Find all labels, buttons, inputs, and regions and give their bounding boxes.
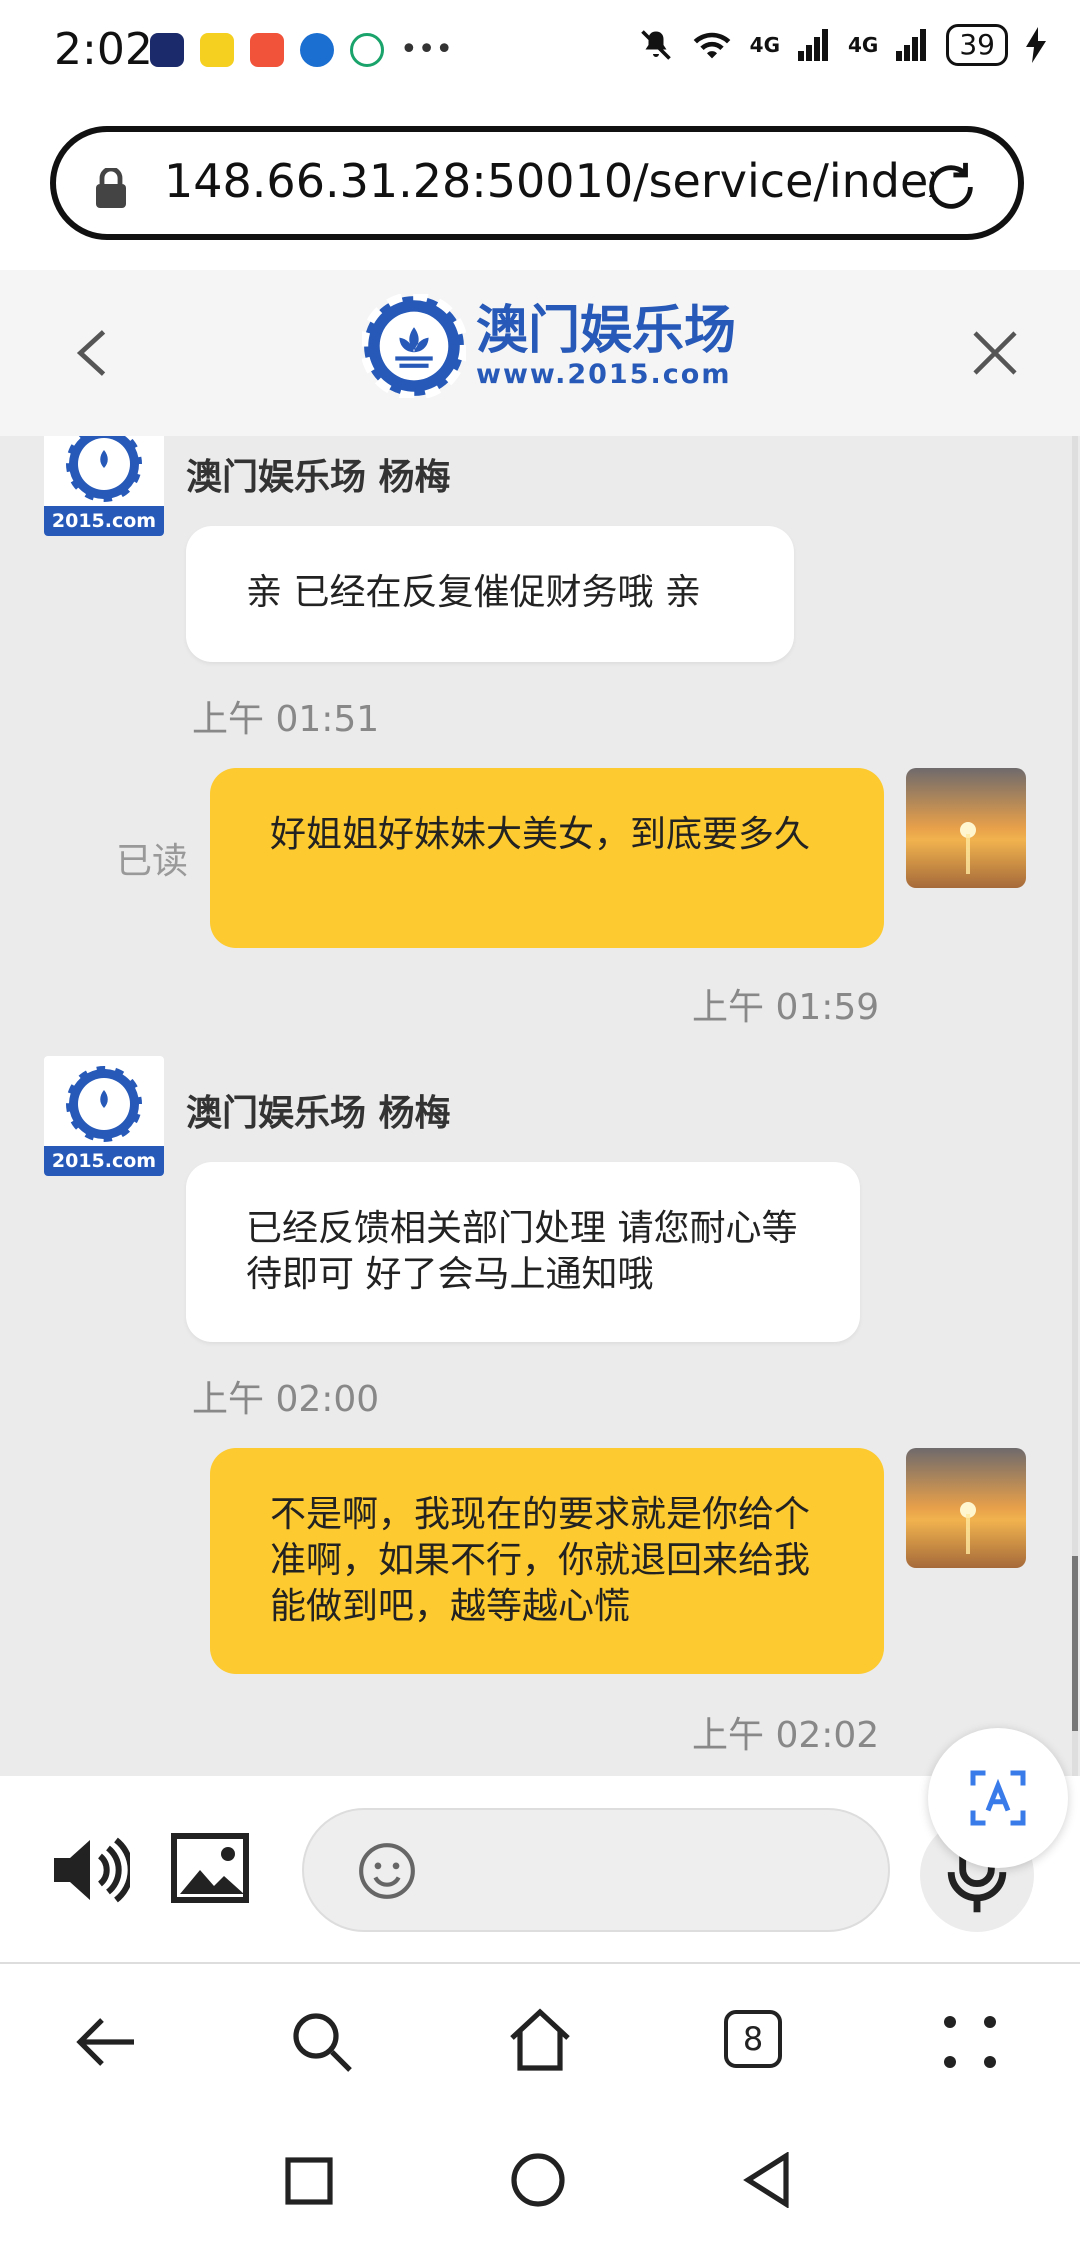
agent-name: 澳门娱乐场 杨梅 bbox=[186, 1093, 451, 1134]
casino-chip-logo-icon bbox=[63, 436, 145, 505]
voice-speaker-icon[interactable] bbox=[50, 1834, 130, 1906]
translate-button[interactable] bbox=[928, 1728, 1068, 1868]
wifi-icon bbox=[693, 32, 731, 59]
status-time: 2:02 bbox=[54, 24, 153, 75]
image-icon[interactable] bbox=[170, 1832, 250, 1904]
tabs-button[interactable]: 8 bbox=[724, 2010, 782, 2068]
message-text-field[interactable] bbox=[414, 1840, 858, 1902]
app-notification-icon bbox=[350, 32, 384, 67]
battery-level: 39 bbox=[946, 24, 1008, 66]
message-input[interactable] bbox=[302, 1808, 890, 1932]
home-circle-icon[interactable] bbox=[510, 2152, 566, 2208]
back-arrow-icon[interactable] bbox=[74, 2014, 138, 2070]
message-time: 上午 01:51 bbox=[192, 699, 380, 740]
agent-avatar[interactable]: 2015.com bbox=[44, 436, 164, 536]
close-icon[interactable] bbox=[970, 328, 1020, 378]
reload-icon[interactable] bbox=[922, 158, 980, 216]
message-bubble[interactable]: 已经反馈相关部门处理 请您耐心等待即可 好了会马上通知哦 bbox=[186, 1162, 860, 1342]
more-menu-icon[interactable] bbox=[942, 2014, 998, 2070]
translate-icon bbox=[970, 1770, 1026, 1826]
message-time: 上午 02:02 bbox=[692, 1715, 880, 1756]
message-bubble[interactable]: 好姐姐好妹妹大美女，到底要多久 bbox=[210, 768, 884, 948]
recent-apps-icon[interactable] bbox=[284, 2156, 334, 2206]
sunset-avatar-icon bbox=[906, 1448, 1026, 1568]
tab-count: 8 bbox=[742, 2020, 764, 2058]
agent-name: 澳门娱乐场 杨梅 bbox=[186, 457, 451, 498]
url-text[interactable]: 148.66.31.28:50010/service/index bbox=[164, 154, 934, 208]
agent-avatar-text: 2015.com bbox=[44, 1146, 164, 1176]
signal-icon bbox=[896, 29, 927, 61]
message-time: 上午 02:00 bbox=[192, 1379, 380, 1420]
casino-chip-logo-icon bbox=[362, 294, 466, 398]
message-bubble[interactable]: 亲 已经在反复催促财务哦 亲 bbox=[186, 526, 794, 662]
signal-icon bbox=[798, 29, 829, 61]
app-notification-icon bbox=[300, 32, 334, 67]
brand-logo: 澳门娱乐场 www.2015.com bbox=[362, 294, 736, 398]
status-indicators: 4G 4G 39 bbox=[638, 24, 1046, 66]
message-time: 上午 01:59 bbox=[692, 987, 880, 1028]
status-bar: 2:02 ••• 4G 4G 39 bbox=[0, 0, 1080, 100]
user-avatar[interactable] bbox=[906, 1448, 1026, 1568]
agent-avatar-text: 2015.com bbox=[44, 506, 164, 536]
scrollbar-thumb[interactable] bbox=[1072, 1556, 1078, 1731]
charging-icon bbox=[1026, 27, 1046, 63]
back-triangle-icon[interactable] bbox=[742, 2152, 792, 2208]
search-icon[interactable] bbox=[290, 2010, 354, 2074]
message-input-bar bbox=[0, 1776, 1080, 1964]
network-label: 4G bbox=[749, 33, 781, 57]
network-label: 4G bbox=[848, 33, 879, 57]
casino-chip-logo-icon bbox=[63, 1063, 145, 1145]
app-notification-icon bbox=[250, 32, 284, 67]
brand-name: 澳门娱乐场 bbox=[476, 300, 737, 361]
read-receipt: 已读 bbox=[116, 841, 189, 882]
brand-url: www.2015.com bbox=[476, 358, 732, 390]
browser-toolbar: 8 bbox=[0, 1964, 1080, 2124]
home-icon[interactable] bbox=[506, 2006, 574, 2074]
more-notifications-icon: ••• bbox=[400, 32, 454, 67]
sunset-avatar-icon bbox=[906, 768, 1026, 888]
back-chevron-icon[interactable] bbox=[74, 328, 110, 378]
app-notification-icon bbox=[150, 32, 184, 67]
user-avatar[interactable] bbox=[906, 768, 1026, 888]
mute-icon bbox=[640, 30, 671, 60]
agent-avatar[interactable]: 2015.com bbox=[44, 1056, 164, 1176]
system-navigation-bar bbox=[0, 2124, 1080, 2244]
address-bar[interactable]: 148.66.31.28:50010/service/index bbox=[50, 126, 1024, 240]
message-bubble[interactable]: 不是啊，我现在的要求就是你给个准啊，如果不行，你就退回来给我能做到吧，越等越心慌 bbox=[210, 1448, 884, 1674]
notification-icons: ••• bbox=[150, 32, 453, 67]
chat-messages[interactable]: 2015.com 澳门娱乐场 杨梅 亲 已经在反复催促财务哦 亲 上午 01:5… bbox=[0, 436, 1080, 1776]
app-notification-icon bbox=[200, 32, 234, 67]
emoji-icon[interactable] bbox=[356, 1840, 418, 1902]
chat-header: 澳门娱乐场 www.2015.com bbox=[0, 270, 1080, 436]
lock-icon bbox=[96, 168, 126, 208]
